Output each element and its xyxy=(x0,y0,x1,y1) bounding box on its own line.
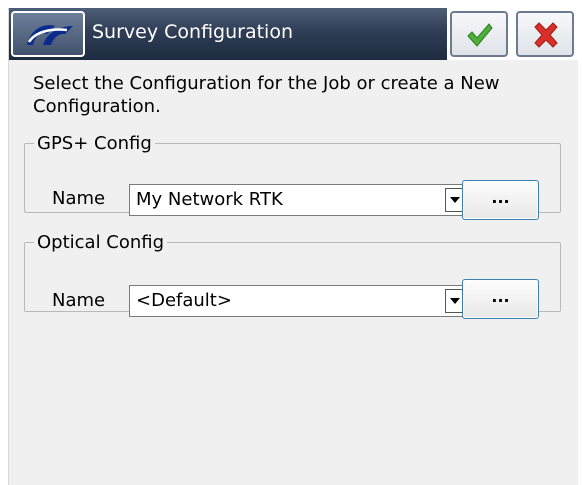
survey-configuration-dialog: Survey Configuration Select the Configur… xyxy=(8,8,579,485)
gps-name-label: Name xyxy=(52,188,106,209)
app-menu-button[interactable] xyxy=(11,11,85,57)
title-bar: Survey Configuration xyxy=(9,8,579,60)
window-title: Survey Configuration xyxy=(92,21,293,43)
gps-config-more-button[interactable]: ... xyxy=(462,180,539,220)
instruction-text: Select the Configuration for the Job or … xyxy=(33,73,500,117)
gps-config-legend: GPS+ Config xyxy=(37,133,152,154)
title-bar-background: Survey Configuration xyxy=(9,8,447,60)
optical-config-value: <Default> xyxy=(136,290,232,311)
gps-config-value: My Network RTK xyxy=(136,189,283,210)
optical-config-select[interactable]: <Default> xyxy=(129,285,469,317)
ok-button[interactable] xyxy=(450,11,508,57)
optical-config-more-button[interactable]: ... xyxy=(462,279,539,319)
gps-config-select[interactable]: My Network RTK xyxy=(129,184,469,216)
optical-config-group: Optical Config Name <Default> ... xyxy=(24,232,561,319)
optical-name-label: Name xyxy=(52,290,106,311)
cancel-button[interactable] xyxy=(516,11,574,57)
optical-config-legend: Optical Config xyxy=(37,232,165,253)
gps-config-group: GPS+ Config Name My Network RTK ... xyxy=(24,133,561,220)
